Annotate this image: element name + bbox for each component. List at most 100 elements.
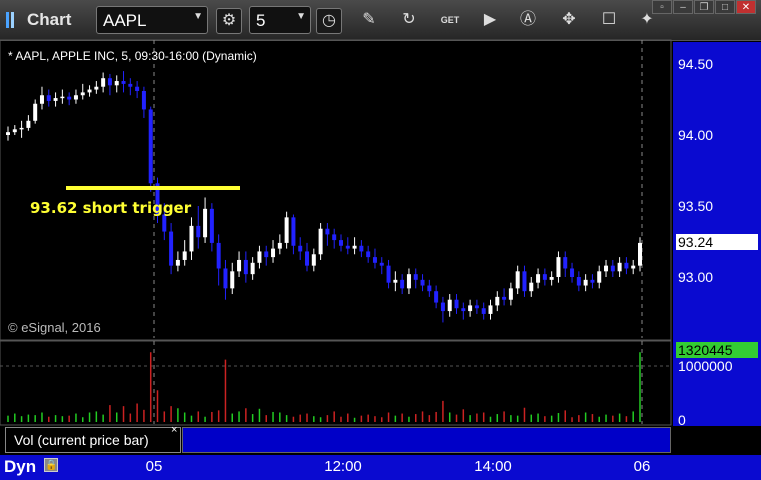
time-tick: 06 xyxy=(633,458,651,475)
candle-body xyxy=(141,90,146,110)
candle-body xyxy=(209,208,214,243)
candle-body xyxy=(597,271,602,283)
candle-body xyxy=(400,279,405,289)
restore-icon[interactable]: ❐ xyxy=(694,0,714,14)
candle-body xyxy=(182,251,187,260)
candle-body xyxy=(638,242,642,266)
refresh-icon[interactable]: ↻ xyxy=(397,8,421,32)
candle-body xyxy=(440,302,445,312)
candle-body xyxy=(189,225,194,252)
candle-body xyxy=(508,288,513,300)
candle-body xyxy=(223,268,228,289)
candle-body xyxy=(148,109,153,184)
candle-body xyxy=(576,277,581,286)
close-volume-icon[interactable]: × xyxy=(171,424,177,436)
candle-body xyxy=(393,279,398,283)
price-tick: 93.50 xyxy=(678,198,714,214)
window-menu-icon[interactable]: ▫ xyxy=(652,0,672,14)
time-tick: 14:00 xyxy=(474,458,512,475)
candle-body xyxy=(474,305,479,309)
candle-body xyxy=(624,262,629,269)
toolbar: Chart AAPL ▼ ⚙ 5 ▼ ◷ ✎ ↻ GET ▶ Ⓐ ✥ ☐ ✦ ▫… xyxy=(0,0,761,41)
candle-body xyxy=(386,265,391,283)
candle-body xyxy=(87,89,92,93)
candle-body xyxy=(352,245,357,249)
candle-body xyxy=(243,259,248,275)
symbol-value: AAPL xyxy=(103,11,147,30)
link-icon[interactable]: ✥ xyxy=(557,8,581,32)
interval-value: 5 xyxy=(256,11,266,30)
candle-body xyxy=(175,259,180,266)
candle-body xyxy=(372,257,377,263)
candle-body xyxy=(73,95,78,100)
volume-panel-bar xyxy=(182,427,671,453)
candle-body xyxy=(162,214,167,232)
interval-select[interactable]: 5 ▼ xyxy=(249,6,311,34)
candle-body xyxy=(515,271,520,289)
candle-body xyxy=(264,251,269,258)
chevron-down-icon[interactable]: ▼ xyxy=(296,11,306,22)
minimize-icon[interactable]: – xyxy=(673,0,693,14)
price-chart xyxy=(0,39,672,426)
price-tick: 94.50 xyxy=(678,56,714,72)
candle-body xyxy=(196,225,201,238)
volume-tick: 0 xyxy=(678,412,686,428)
comment-icon[interactable]: ☐ xyxy=(597,8,621,32)
candle-body xyxy=(257,251,262,263)
watermark: © eSignal, 2016 xyxy=(8,320,101,335)
dynamic-mode-button[interactable]: Dyn xyxy=(4,457,36,477)
settings-gear-icon[interactable]: ⚙ xyxy=(216,8,242,34)
candle-body xyxy=(46,95,51,101)
candle-body xyxy=(590,279,595,283)
candle-body xyxy=(563,257,568,269)
candle-body xyxy=(345,245,350,249)
candle-body xyxy=(107,78,112,86)
candle-body xyxy=(237,259,242,272)
candle-body xyxy=(522,271,527,292)
candle-body xyxy=(26,120,31,128)
candle-body xyxy=(617,262,622,272)
candle-body xyxy=(121,81,126,84)
candle-body xyxy=(427,285,432,292)
play-icon[interactable]: ▶ xyxy=(478,8,502,32)
candle-body xyxy=(481,308,486,314)
chevron-down-icon[interactable]: ▼ xyxy=(193,11,203,22)
candle-body xyxy=(536,274,541,283)
app-title: Chart xyxy=(27,10,72,29)
last-volume-badge: 1320445 xyxy=(676,342,758,358)
lock-icon[interactable]: 🔒 xyxy=(44,458,58,472)
symbol-input[interactable]: AAPL ▼ xyxy=(96,6,208,34)
candle-body xyxy=(39,95,44,104)
candle-body xyxy=(461,308,466,312)
candle-body xyxy=(434,291,439,303)
pencil-icon[interactable]: ✎ xyxy=(357,8,381,32)
candle-body xyxy=(468,305,473,312)
time-tick: 12:00 xyxy=(324,458,362,475)
candle-body xyxy=(60,96,65,99)
candle-body xyxy=(325,228,330,235)
candle-body xyxy=(379,262,384,266)
get-data-icon[interactable]: GET xyxy=(438,8,462,32)
candle-body xyxy=(169,231,174,266)
candle-body xyxy=(529,282,534,292)
clock-icon[interactable]: ◷ xyxy=(316,8,342,34)
time-tick: 05 xyxy=(145,458,163,475)
candle-body xyxy=(631,265,636,269)
chart-logo-icon xyxy=(6,12,16,28)
candle-body xyxy=(570,268,575,277)
candle-body xyxy=(610,265,615,272)
candle-body xyxy=(277,242,282,249)
close-icon[interactable]: ✕ xyxy=(736,0,756,14)
candle-body xyxy=(203,208,208,238)
price-tick: 94.00 xyxy=(678,127,714,143)
candle-body xyxy=(298,245,303,252)
candle-body xyxy=(502,296,507,300)
maximize-icon[interactable]: □ xyxy=(715,0,735,14)
candle-body xyxy=(216,242,221,269)
volume-panel-label[interactable]: Vol (current price bar) xyxy=(5,427,181,453)
candle-body xyxy=(454,299,459,309)
candle-body xyxy=(291,217,296,246)
candle-body xyxy=(542,274,547,280)
candle-body xyxy=(332,234,337,241)
alert-icon[interactable]: Ⓐ xyxy=(516,8,540,32)
